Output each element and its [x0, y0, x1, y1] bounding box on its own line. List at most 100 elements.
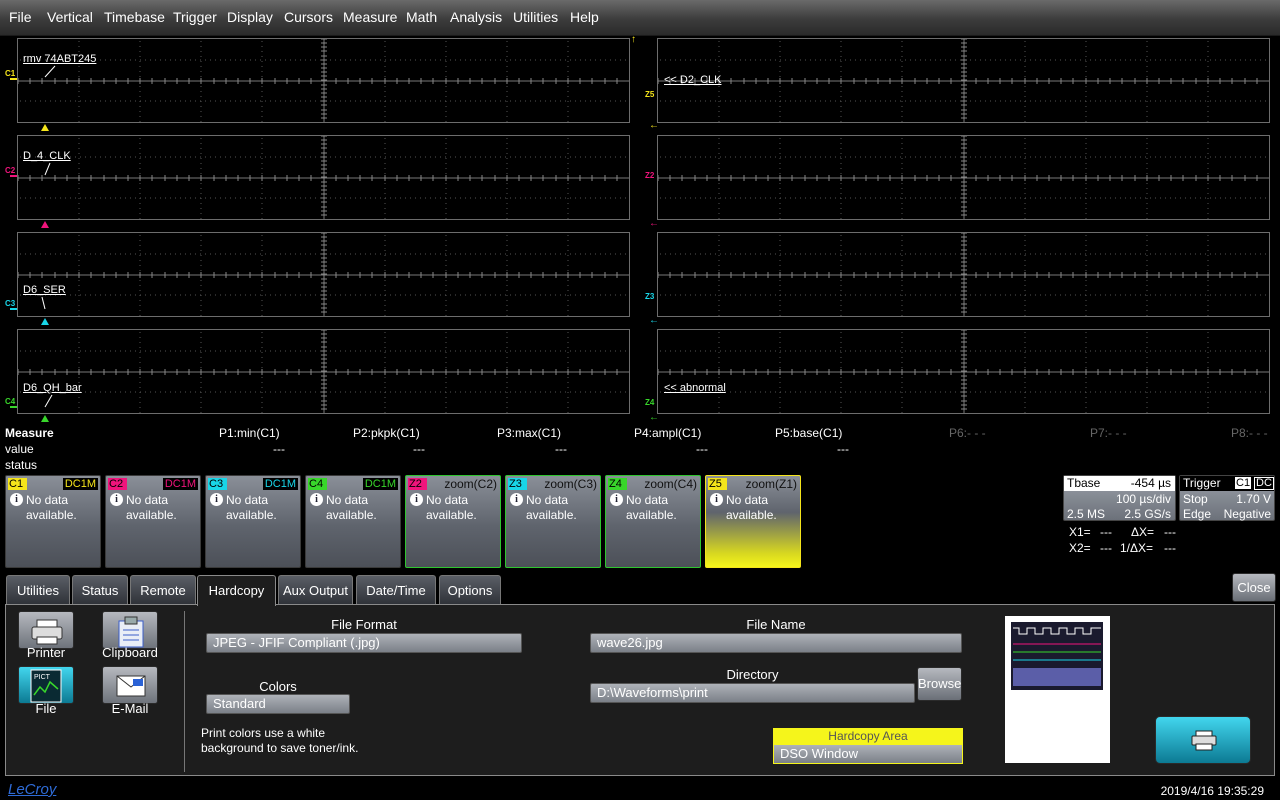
- tab-hardcopy[interactable]: Hardcopy: [197, 575, 276, 606]
- print-icon: [1191, 730, 1217, 751]
- cursor-inv-dx-label: 1/ΔX=: [1120, 541, 1154, 555]
- measure-p6[interactable]: P6:- - -: [949, 426, 986, 440]
- arrow-left-z3-icon: ←: [649, 315, 659, 326]
- label-leaders: [10, 65, 56, 408]
- cursor-inv-dx-value: ---: [1164, 541, 1176, 555]
- printer-label: Printer: [26, 645, 66, 660]
- trigger-pos-c4-icon[interactable]: [41, 415, 49, 422]
- trigger-box[interactable]: Trigger C1 DC Stop 1.70 V Edge Negative: [1179, 475, 1275, 521]
- tab-utilities[interactable]: Utilities: [6, 575, 70, 605]
- channel-tag: C3: [208, 478, 227, 490]
- channel-box-z5[interactable]: Z5 zoom(Z1) i No data available.: [705, 475, 801, 568]
- marker-c2[interactable]: C2: [5, 166, 15, 175]
- printer-button[interactable]: [18, 611, 74, 649]
- measure-p2-value: ---: [413, 442, 425, 456]
- measure-p4[interactable]: P4:ampl(C1): [634, 426, 701, 440]
- trigger-mode: Stop: [1183, 492, 1208, 506]
- info-icon: i: [710, 493, 723, 506]
- file-format-select[interactable]: JPEG - JFIF Compliant (.jpg): [206, 633, 522, 653]
- hardcopy-area-select[interactable]: DSO Window: [773, 744, 963, 764]
- tab-aux-output[interactable]: Aux Output: [278, 575, 353, 605]
- measure-p3-value: ---: [555, 442, 567, 456]
- coupling-label: DC1M: [362, 478, 398, 490]
- marker-z4[interactable]: Z4: [645, 398, 654, 407]
- timebase-rate: 2.5 GS/s: [1124, 507, 1171, 521]
- marker-c4[interactable]: C4: [5, 397, 15, 406]
- cursor-x1-value: ---: [1100, 525, 1112, 539]
- channel-tag: C4: [308, 478, 327, 490]
- trigger-pos-c2-icon[interactable]: [41, 221, 49, 228]
- channel-box-z3[interactable]: Z3 zoom(C3) i No data available.: [505, 475, 601, 568]
- marker-c3[interactable]: C3: [5, 299, 15, 308]
- channel-box-c4[interactable]: C4 DC1M i No data available.: [305, 475, 401, 568]
- channel-box-z4[interactable]: Z4 zoom(C4) i No data available.: [605, 475, 701, 568]
- email-icon: [116, 675, 146, 697]
- trigger-type: Edge: [1183, 507, 1212, 521]
- measure-p4-value: ---: [696, 442, 708, 456]
- divider: [184, 611, 185, 772]
- measure-p1-value: ---: [273, 442, 285, 456]
- tab-status[interactable]: Status: [72, 575, 128, 605]
- channel-box-c3[interactable]: C3 DC1M i No data available.: [205, 475, 301, 568]
- channel-tag: C2: [108, 478, 127, 490]
- timebase-title: Tbase: [1067, 476, 1101, 490]
- trigger-source: C1: [1235, 477, 1252, 489]
- no-data-text: No data available.: [26, 493, 77, 522]
- trigger-pos-c3-icon[interactable]: [41, 318, 49, 325]
- trigger-pos-c1-icon[interactable]: [41, 124, 49, 131]
- timebase-box[interactable]: Tbase -454 µs 100 µs/div 2.5 MS 2.5 GS/s: [1063, 475, 1176, 521]
- tab-date-time[interactable]: Date/Time: [356, 575, 436, 605]
- arrow-left-z5-icon: ←: [649, 120, 659, 131]
- cursor-x1-label: X1=: [1069, 525, 1091, 539]
- channel-tag: Z5: [708, 478, 727, 490]
- arrow-up-icon: ↑: [631, 34, 636, 45]
- colors-label: Colors: [259, 679, 297, 694]
- clipboard-label: Clipboard: [102, 645, 158, 660]
- marker-z2[interactable]: Z2: [645, 171, 654, 180]
- cursor-x2-value: ---: [1100, 541, 1112, 555]
- marker-c1[interactable]: C1: [5, 69, 15, 78]
- clipboard-button[interactable]: [102, 611, 158, 649]
- close-button[interactable]: Close: [1232, 573, 1276, 602]
- zoom-label: zoom(Z1): [745, 477, 797, 491]
- no-data-text: No data available.: [526, 493, 577, 522]
- info-icon: i: [410, 493, 423, 506]
- tab-options[interactable]: Options: [439, 575, 501, 605]
- brand-link[interactable]: LeCroy: [8, 781, 56, 798]
- tab-remote[interactable]: Remote: [130, 575, 196, 605]
- measure-p7[interactable]: P7:- - -: [1090, 426, 1127, 440]
- file-pict-icon: PICT: [30, 669, 62, 703]
- measure-p8[interactable]: P8:- - -: [1231, 426, 1268, 440]
- arrow-left-z4-icon: ←: [649, 412, 659, 423]
- channel-box-c1[interactable]: C1 DC1M i No data available.: [5, 475, 101, 568]
- info-icon: i: [10, 493, 23, 506]
- no-data-text: No data available.: [726, 493, 777, 522]
- colors-select[interactable]: Standard: [206, 694, 350, 714]
- channel-tag: Z2: [408, 478, 427, 490]
- channel-box-c2[interactable]: C2 DC1M i No data available.: [105, 475, 201, 568]
- email-button[interactable]: [102, 666, 158, 704]
- marker-z3[interactable]: Z3: [645, 292, 654, 301]
- marker-z5[interactable]: Z5: [645, 90, 654, 99]
- cursor-dx-label: ΔX=: [1131, 525, 1155, 539]
- measure-p1[interactable]: P1:min(C1): [219, 426, 280, 440]
- channel-box-z2[interactable]: Z2 zoom(C2) i No data available.: [405, 475, 501, 568]
- no-data-text: No data available.: [126, 493, 177, 522]
- file-name-input[interactable]: wave26.jpg: [590, 633, 962, 653]
- browse-button[interactable]: Browse: [917, 667, 962, 701]
- measure-p3[interactable]: P3:max(C1): [497, 426, 561, 440]
- zoom-label: zoom(C3): [544, 477, 597, 491]
- preview-thumbnail: [1011, 622, 1103, 690]
- directory-input[interactable]: D:\Waveforms\print: [590, 683, 915, 703]
- file-button[interactable]: PICT: [18, 666, 74, 704]
- coupling-label: DC1M: [62, 478, 98, 490]
- arrow-left-z2-icon: ←: [649, 218, 659, 229]
- measure-p5[interactable]: P5:base(C1): [775, 426, 842, 440]
- pict-label: PICT: [34, 674, 51, 681]
- file-name-label: File Name: [746, 617, 806, 632]
- measure-p2[interactable]: P2:pkpk(C1): [353, 426, 420, 440]
- trigger-coupling: DC: [1254, 477, 1274, 490]
- cursor-x2-label: X2=: [1069, 541, 1091, 555]
- print-now-button[interactable]: [1155, 716, 1251, 764]
- measure-title: Measure: [5, 426, 54, 440]
